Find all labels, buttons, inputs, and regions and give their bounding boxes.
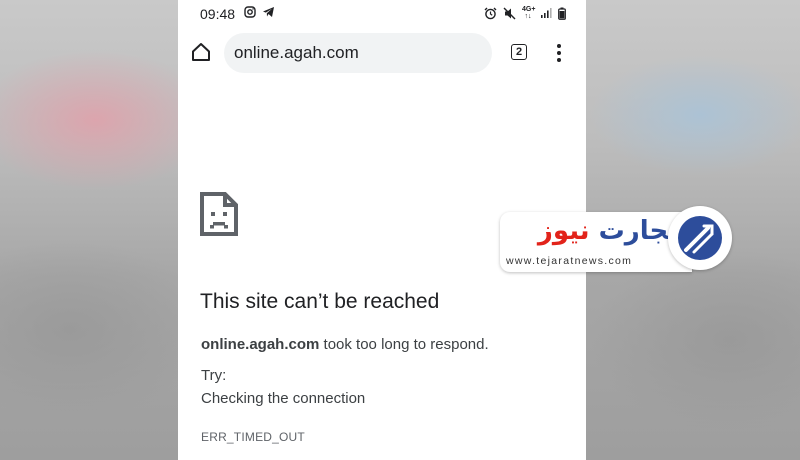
mute-icon <box>503 7 516 19</box>
alarm-icon <box>484 7 497 19</box>
try-label: Try: <box>201 367 227 384</box>
more-options-icon[interactable] <box>550 42 568 64</box>
watermark-logo <box>668 206 732 270</box>
home-icon[interactable] <box>190 41 212 63</box>
battery-icon <box>558 7 566 20</box>
address-bar-url[interactable]: online.agah.com <box>234 43 359 63</box>
tab-count: 2 <box>515 46 523 58</box>
address-bar[interactable]: online.agah.com <box>224 33 492 73</box>
error-code: ERR_TIMED_OUT <box>201 430 305 444</box>
suggestion-item: Checking the connection <box>201 390 366 407</box>
signal-icon <box>541 8 552 18</box>
instagram-icon <box>244 6 256 18</box>
watermark-url: www.tejaratnews.com <box>506 255 633 267</box>
network-4g-icon: 4G+ ↑↓ <box>522 6 536 20</box>
error-message: online.agah.com took too long to respond… <box>201 336 489 353</box>
error-title: This site can’t be reached <box>200 290 440 313</box>
watermark-card: تجارت نیوز www.tejaratnews.com <box>500 212 692 272</box>
status-bar: 09:48 4G+ ↑↓ <box>178 0 586 28</box>
browser-toolbar: online.agah.com 2 <box>178 32 586 76</box>
error-host: online.agah.com <box>201 336 320 353</box>
status-time: 09:48 <box>200 6 236 22</box>
tab-switcher-button[interactable]: 2 <box>511 44 527 60</box>
watermark: تجارت نیوز www.tejaratnews.com <box>500 206 732 274</box>
tejaratnews-logo-icon <box>678 216 722 260</box>
sad-document-icon <box>200 192 238 236</box>
error-description: took too long to respond. <box>323 336 489 353</box>
telegram-icon <box>263 7 274 17</box>
watermark-brand: تجارت نیوز <box>537 216 678 246</box>
